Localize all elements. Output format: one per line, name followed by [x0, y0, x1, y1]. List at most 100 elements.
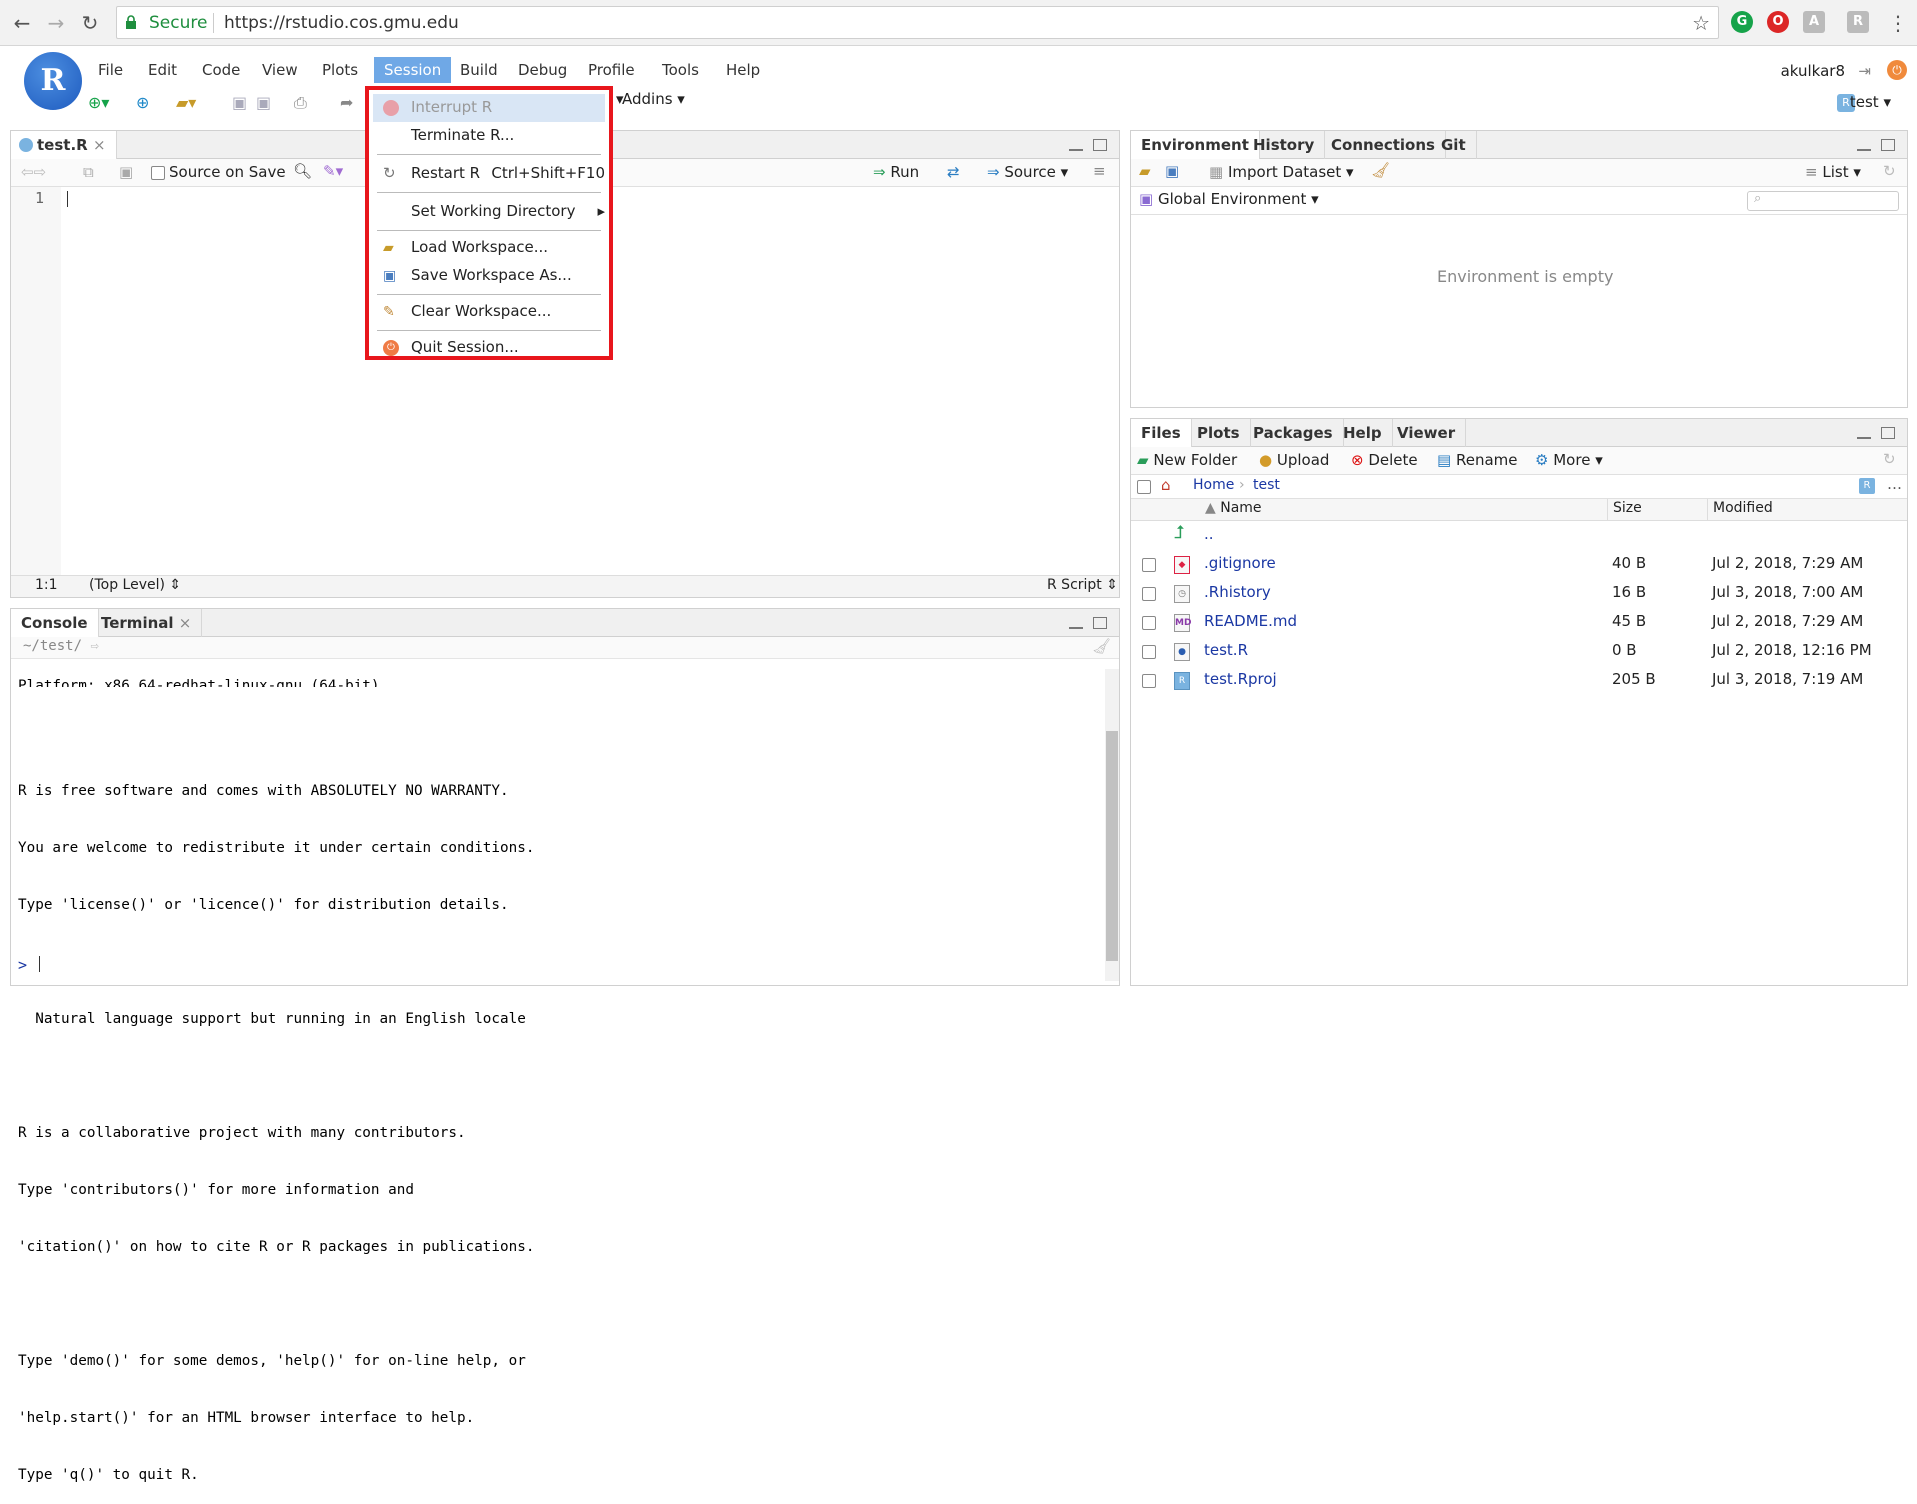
- addins-dropdown[interactable]: Addins ▾: [622, 90, 685, 108]
- grammarly-icon[interactable]: G: [1731, 11, 1753, 33]
- list-view-dropdown[interactable]: ≡ List ▾: [1805, 163, 1861, 181]
- breadcrumb-test[interactable]: test: [1253, 477, 1280, 493]
- save-workspace-icon[interactable]: ▣: [1165, 162, 1179, 180]
- file-name[interactable]: test.R: [1204, 641, 1248, 659]
- tab-git[interactable]: Git: [1431, 131, 1477, 159]
- row-checkbox[interactable]: [1142, 587, 1156, 601]
- row-checkbox[interactable]: [1142, 616, 1156, 630]
- upload-button[interactable]: ● Upload: [1259, 451, 1329, 469]
- file-name[interactable]: .Rhistory: [1204, 583, 1271, 601]
- save-file-icon[interactable]: ▣: [119, 163, 133, 181]
- menu-item-set-working-directory[interactable]: Set Working Directory ▸: [373, 198, 605, 226]
- save-all-icon[interactable]: ▣: [256, 93, 274, 112]
- menu-item-clear-workspace[interactable]: ✎ Clear Workspace...: [373, 298, 605, 326]
- menu-session[interactable]: Session: [374, 57, 452, 83]
- more-button[interactable]: ⚙ More ▾: [1535, 451, 1603, 469]
- opera-icon[interactable]: O: [1767, 11, 1789, 33]
- delete-button[interactable]: ⊗ Delete: [1351, 451, 1418, 469]
- clear-broom-icon[interactable]: 🧹︎: [1371, 161, 1390, 179]
- menu-profile[interactable]: Profile: [578, 57, 645, 83]
- maximize-icon[interactable]: [1881, 427, 1895, 439]
- menu-view[interactable]: View: [252, 57, 308, 83]
- environment-search-input[interactable]: ⌕: [1747, 191, 1899, 211]
- menu-item-load-workspace[interactable]: ▰ Load Workspace...: [373, 234, 605, 262]
- magic-wand-icon[interactable]: ✎▾: [323, 162, 343, 180]
- url-text[interactable]: https://rstudio.cos.gmu.edu: [224, 13, 459, 33]
- menu-item-restart-r[interactable]: ↻ Restart R Ctrl+Shift+F10: [373, 160, 605, 188]
- row-checkbox[interactable]: [1142, 558, 1156, 572]
- file-name[interactable]: README.md: [1204, 612, 1297, 630]
- project-dropdown[interactable]: test ▾: [1850, 93, 1891, 111]
- source-on-save-checkbox[interactable]: [151, 166, 165, 180]
- tab-environment[interactable]: Environment: [1131, 131, 1260, 159]
- signout-icon[interactable]: ⇥: [1858, 62, 1871, 80]
- select-all-checkbox[interactable]: [1137, 480, 1151, 494]
- table-row[interactable]: ◷ .Rhistory 16 B Jul 3, 2018, 7:00 AM: [1132, 580, 1907, 608]
- search-icon[interactable]: 🔍︎: [293, 162, 312, 180]
- power-icon[interactable]: ⏻: [1887, 60, 1907, 80]
- tab-files[interactable]: Files: [1131, 419, 1192, 447]
- go-to-icon[interactable]: ➦: [340, 93, 358, 112]
- reload-icon[interactable]: ↻: [78, 11, 102, 35]
- tab-connections[interactable]: Connections: [1321, 131, 1446, 159]
- refresh-icon[interactable]: ↻: [1883, 450, 1896, 468]
- row-checkbox[interactable]: [1142, 645, 1156, 659]
- menu-edit[interactable]: Edit: [138, 57, 187, 83]
- home-icon[interactable]: ⌂: [1161, 476, 1171, 494]
- minimize-icon[interactable]: [1857, 139, 1871, 151]
- tab-packages[interactable]: Packages: [1243, 419, 1344, 447]
- clear-console-icon[interactable]: 🧹︎: [1092, 637, 1111, 655]
- tab-terminal[interactable]: Terminal ×: [91, 609, 203, 637]
- console-input[interactable]: [36, 952, 1106, 976]
- size-column-header[interactable]: Size: [1613, 500, 1642, 516]
- maximize-icon[interactable]: [1093, 139, 1107, 151]
- bookmark-star-icon[interactable]: ☆: [1692, 11, 1710, 35]
- new-project-icon[interactable]: ⊕: [136, 93, 154, 112]
- menu-file[interactable]: File: [88, 57, 133, 83]
- project-icon[interactable]: R: [1859, 478, 1875, 494]
- menu-plots[interactable]: Plots: [312, 57, 368, 83]
- menu-item-save-workspace-as[interactable]: ▣ Save Workspace As...: [373, 262, 605, 290]
- minimize-icon[interactable]: [1069, 617, 1083, 629]
- tab-help[interactable]: Help: [1333, 419, 1393, 447]
- load-workspace-icon[interactable]: ▰: [1139, 162, 1151, 180]
- menu-debug[interactable]: Debug: [508, 57, 577, 83]
- show-in-window-icon[interactable]: ⧉: [83, 163, 94, 181]
- console-scrollbar[interactable]: [1105, 669, 1119, 981]
- name-column-header[interactable]: ▲ Name: [1205, 500, 1262, 516]
- open-file-icon[interactable]: ▰▾: [176, 93, 196, 112]
- new-folder-button[interactable]: ▰ New Folder: [1137, 451, 1237, 469]
- menu-help[interactable]: Help: [716, 57, 770, 83]
- r-ext-icon[interactable]: R: [1847, 11, 1869, 33]
- pdf-ext-icon[interactable]: A: [1803, 11, 1825, 33]
- menu-code[interactable]: Code: [192, 57, 250, 83]
- file-name[interactable]: test.Rproj: [1204, 670, 1277, 688]
- row-checkbox[interactable]: [1142, 674, 1156, 688]
- save-icon[interactable]: ▣: [232, 93, 250, 112]
- print-icon[interactable]: ⎙: [294, 93, 312, 112]
- back-forward-icon[interactable]: ⇦⇨: [21, 163, 46, 181]
- outline-icon[interactable]: ≡: [1093, 162, 1106, 180]
- browser-menu-icon[interactable]: ⋮: [1886, 11, 1910, 35]
- breadcrumb-home[interactable]: Home: [1193, 477, 1234, 493]
- tab-history[interactable]: History: [1243, 131, 1326, 159]
- scope-dropdown[interactable]: (Top Level) ⇕: [89, 577, 181, 593]
- table-row[interactable]: ◆ .gitignore 40 B Jul 2, 2018, 7:29 AM: [1132, 551, 1907, 579]
- maximize-icon[interactable]: [1093, 617, 1107, 629]
- menu-item-interrupt-r[interactable]: Interrupt R: [373, 94, 605, 122]
- back-icon[interactable]: ←: [10, 11, 34, 35]
- source-button[interactable]: ⇒ Source ▾: [987, 163, 1068, 181]
- minimize-icon[interactable]: [1857, 427, 1871, 439]
- rerun-icon[interactable]: ⇄: [947, 163, 960, 181]
- table-row[interactable]: R test.Rproj 205 B Jul 3, 2018, 7:19 AM: [1132, 667, 1907, 695]
- tab-plots[interactable]: Plots: [1187, 419, 1251, 447]
- refresh-icon[interactable]: ↻: [1883, 162, 1896, 180]
- forward-icon[interactable]: →: [44, 11, 68, 35]
- rename-button[interactable]: ▤ Rename: [1437, 451, 1518, 469]
- menu-item-terminate-r[interactable]: Terminate R...: [373, 122, 605, 150]
- more-dots-icon[interactable]: …: [1887, 475, 1902, 493]
- parent-dir-row[interactable]: ⮥ ..: [1132, 522, 1907, 550]
- import-dataset-button[interactable]: ▦ Import Dataset ▾: [1209, 163, 1354, 181]
- menu-item-quit-session[interactable]: ⏻ Quit Session...: [373, 334, 605, 362]
- minimize-icon[interactable]: [1069, 139, 1083, 151]
